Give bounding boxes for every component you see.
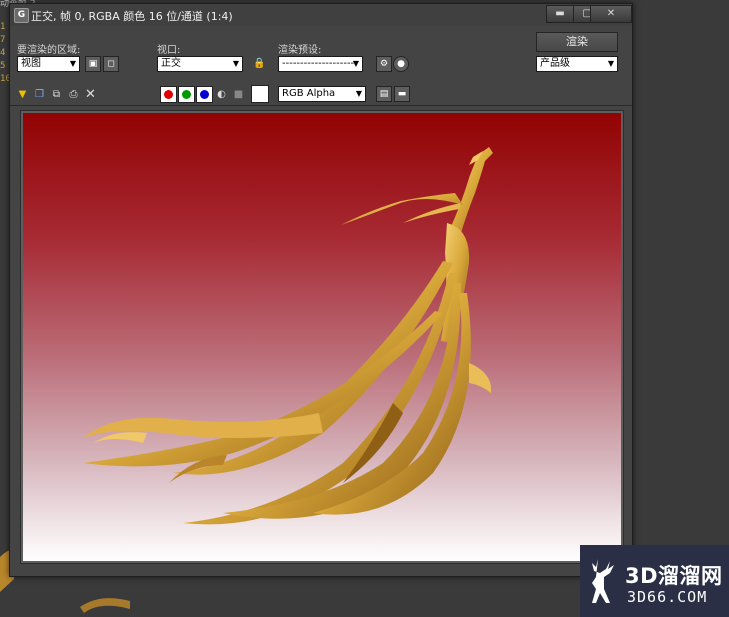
red-dot-icon [164,90,173,99]
render-preset-label: 渲染预设: [278,45,322,56]
minimize-button[interactable]: ▬ [546,5,574,23]
chevron-down-icon: ▼ [69,59,76,68]
render-setup-icon[interactable]: ⚙ [376,56,392,72]
deer-logo-icon [592,559,614,603]
area-to-render-value: 视图 [21,58,41,69]
background-number: 4 [0,48,6,58]
background-number: 1 [0,22,6,32]
environment-icon[interactable]: ● [393,56,409,72]
render-canvas-frame [20,110,624,564]
background-number: 5 [0,61,6,71]
watermark-url: 3D66.COM [627,588,708,606]
copy-image-icon[interactable]: ❐ [33,88,46,101]
watermark-badge: 3D溜溜网 3D66.COM [580,545,729,617]
render-preset-value: -------------------- [282,58,355,69]
viewport-value: 正交 [161,58,181,69]
green-channel-toggle[interactable] [178,86,195,103]
title-bar[interactable]: G 正交, 帧 0, RGBA 颜色 16 位/通道 (1:4) ▬ ▢ ✕ [10,4,632,26]
render-quality-value: 产品级 [540,58,570,69]
render-quality-select[interactable]: 产品级 ▼ [536,56,618,72]
chevron-down-icon: ▼ [355,89,362,98]
render-button[interactable]: 渲染 [536,32,618,52]
print-image-icon[interactable]: ⎙ [67,88,80,101]
channel-value: RGB Alpha [282,88,336,99]
golden-phoenix-render [83,147,493,525]
chevron-down-icon: ▼ [232,59,239,68]
red-channel-toggle[interactable] [160,86,177,103]
app-icon: G [14,8,29,23]
blue-dot-icon [200,90,209,99]
rendered-frame-window: G 正交, 帧 0, RGBA 颜色 16 位/通道 (1:4) ▬ ▢ ✕ 要… [9,3,633,577]
render-preset-select[interactable]: -------------------- ▼ [278,56,363,72]
green-dot-icon [182,90,191,99]
area-to-render-label: 要渲染的区域: [17,45,81,56]
area-to-render-select[interactable]: 视图 ▼ [17,56,80,72]
chevron-down-icon: ▼ [352,59,359,68]
save-image-icon[interactable]: ▼ [16,88,29,101]
edit-region-icon[interactable]: ▣ [85,56,101,72]
background-number: 7 [0,35,6,45]
auto-region-icon[interactable]: ◻ [103,56,119,72]
toggle-ui-icon[interactable]: ▤ [376,86,392,102]
clear-icon[interactable]: ✕ [84,88,97,101]
chevron-down-icon: ▼ [607,59,614,68]
watermark-brand: 3D溜溜网 [625,564,723,588]
swatch-color-box[interactable] [251,85,269,103]
display-window-icon[interactable]: ▬ [394,86,410,102]
blue-channel-toggle[interactable] [196,86,213,103]
window-title: 正交, 帧 0, RGBA 颜色 16 位/通道 (1:4) [31,10,233,23]
viewport-label: 视口: [157,45,181,56]
lock-icon[interactable]: 🔒 [253,57,266,70]
toolbar-divider [10,105,632,106]
close-button[interactable]: ✕ [590,5,632,23]
rendered-image[interactable] [23,113,621,561]
channel-select[interactable]: RGB Alpha ▼ [278,86,366,102]
alpha-toggle-icon[interactable]: ◐ [215,88,228,101]
viewport-select[interactable]: 正交 ▼ [157,56,243,72]
monochrome-toggle-icon[interactable]: ■ [232,88,245,101]
clone-frame-icon[interactable]: ⧉ [50,88,63,101]
